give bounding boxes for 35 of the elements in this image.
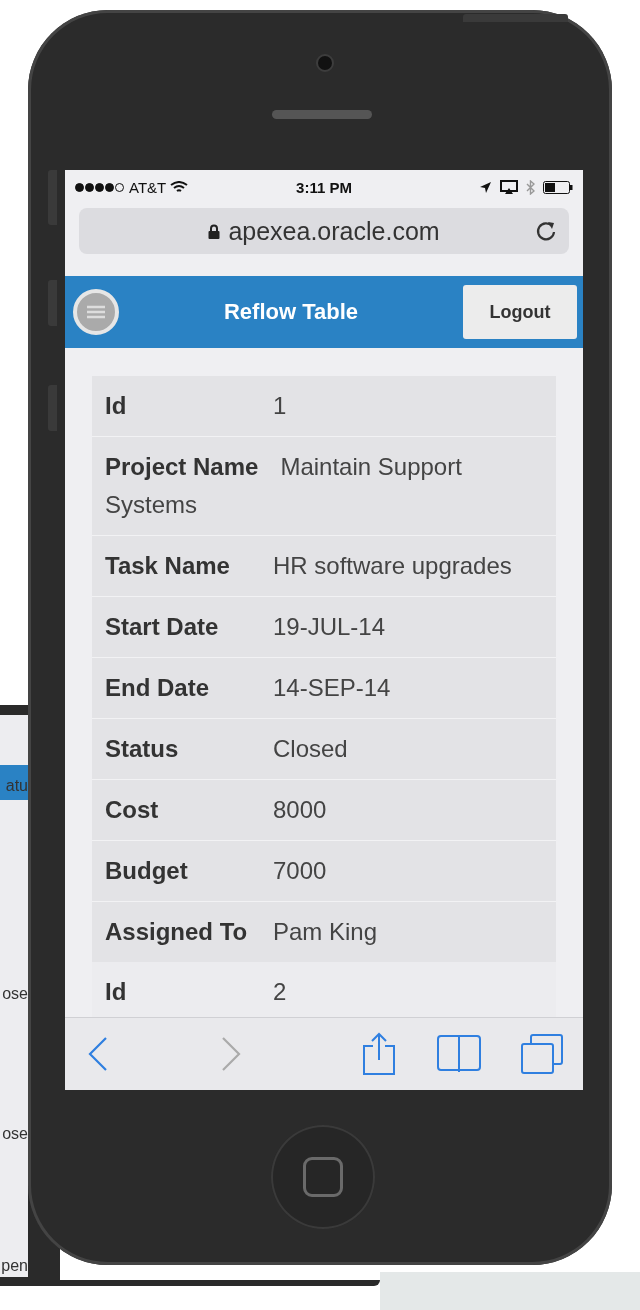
record-field-row: Id 1 xyxy=(92,376,556,437)
bluetooth-icon xyxy=(526,179,535,195)
address-bar[interactable]: apexea.oracle.com xyxy=(79,208,569,254)
airplay-icon xyxy=(500,180,518,194)
record-field-row: Cost 8000 xyxy=(92,780,556,841)
record-field-row: Project Name Maintain Support Systems xyxy=(92,437,556,536)
lock-icon xyxy=(208,223,221,239)
record-field-row: Status Closed xyxy=(92,719,556,780)
back-icon[interactable] xyxy=(87,1036,109,1072)
clock-time: 3:11 PM xyxy=(296,178,352,196)
record-field-row-text: Id 2 xyxy=(104,977,288,1007)
reload-icon[interactable] xyxy=(535,220,557,242)
record-field-row: Budget 7000 xyxy=(92,841,556,902)
camera-icon xyxy=(316,54,334,72)
bookmarks-icon[interactable] xyxy=(436,1035,481,1073)
record-field-row: End Date 14-SEP-14 xyxy=(92,658,556,719)
wifi-icon xyxy=(170,180,189,194)
record-field-row: Task Name HR software upgrades xyxy=(92,536,556,597)
carrier-name: AT&T xyxy=(129,178,167,196)
record-field-row: Start Date 19-JUL-14 xyxy=(92,597,556,658)
share-icon[interactable] xyxy=(362,1032,396,1076)
partial-text: ose xyxy=(2,1125,28,1143)
tabs-icon[interactable] xyxy=(521,1034,563,1074)
record-field-row-text: Assigned To Pam King xyxy=(104,917,379,947)
page-title: Reflow Table xyxy=(222,299,360,325)
signal-icon xyxy=(75,182,125,192)
partial-text: pen xyxy=(1,1257,28,1275)
battery-icon xyxy=(543,180,573,194)
partial-text: atu xyxy=(5,777,28,795)
location-arrow-icon xyxy=(479,180,492,194)
menu-icon xyxy=(86,304,106,320)
forward-icon[interactable] xyxy=(219,1036,242,1072)
logout-button[interactable]: Logout xyxy=(463,285,577,339)
partial-text: ose xyxy=(2,985,28,1003)
menu-button[interactable] xyxy=(73,289,119,335)
